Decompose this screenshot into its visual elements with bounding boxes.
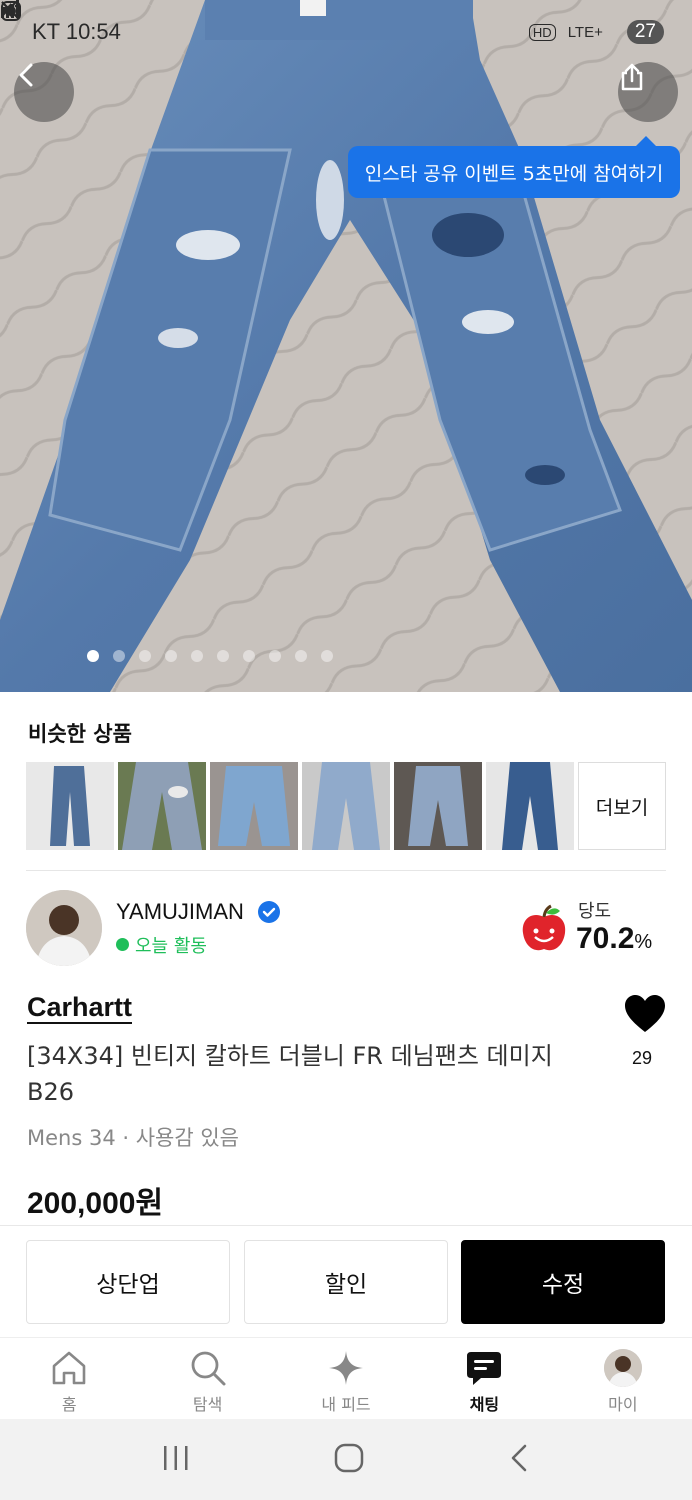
tab-label: 홈 [61,1395,77,1414]
home-icon [49,1348,89,1388]
gallery-pagination [0,650,556,662]
jeans-photo [0,0,692,692]
pagination-dot [191,650,203,662]
bump-button[interactable]: 상단업 [26,1240,230,1324]
product-title: [34X34] 빈티지 칼하트 더블니 FR 데님팬츠 데미지 B26 [27,1042,553,1106]
chat-icon [464,1348,504,1388]
tab-label: 탐색 [192,1395,223,1414]
tab-home[interactable]: 홈 [0,1338,138,1419]
seller-name[interactable]: YAMUJIMAN [116,899,244,925]
similar-product-thumb[interactable] [394,762,482,850]
bottom-tab-bar: 홈 탐색 내 피드 채팅 마이 [0,1337,692,1419]
share-button[interactable] [618,62,678,122]
sweetness-unit: % [634,931,653,953]
edit-button[interactable]: 수정 [461,1240,665,1324]
share-event-tooltip[interactable]: 인스타 공유 이벤트 5초만에 참여하기 [348,136,680,198]
recent-apps-icon[interactable] [161,1444,191,1476]
pagination-dot [321,650,333,662]
divider [26,870,666,871]
sparkle-icon [326,1348,366,1388]
tab-search[interactable]: 탐색 [138,1338,276,1419]
tab-feed[interactable]: 내 피드 [277,1338,415,1419]
pagination-dot [165,650,177,662]
pagination-dot [139,650,151,662]
back-button[interactable] [14,62,74,122]
product-image[interactable]: KT 10:54 HD LTE+ 27 인스타 공유 이벤트 5초만에 참여하기 [0,0,692,692]
tab-my[interactable]: 마이 [554,1338,692,1419]
network-label: LTE+ [567,23,603,41]
battery-badge: 27 [626,20,664,44]
system-navigation-bar [0,1419,692,1500]
tab-label: 채팅 [469,1395,500,1414]
tab-chat[interactable]: 채팅 [415,1338,553,1419]
like-count: 29 [632,1048,653,1068]
similar-product-thumb[interactable] [26,762,114,850]
home-system-icon[interactable] [334,1443,364,1477]
pagination-dot [113,650,125,662]
pagination-dot [217,650,229,662]
similar-more-button[interactable]: 더보기 [578,762,666,850]
pagination-dot-active [87,650,99,662]
discount-button[interactable]: 할인 [244,1240,448,1324]
verified-badge-icon [257,900,281,924]
status-time: KT 10:54 [32,19,121,44]
similar-products-list: 더보기 [26,762,666,850]
similar-product-thumb[interactable] [118,762,206,850]
seller-activity-status: 오늘 활동 [135,936,207,957]
sweetness-label: 당도 [578,901,612,922]
tab-label: 마이 [608,1395,638,1414]
similar-section-title: 비슷한 상품 [28,722,132,746]
back-system-icon[interactable] [507,1443,531,1477]
online-indicator [116,938,129,951]
status-bar: KT 10:54 HD LTE+ 27 [0,0,692,64]
pagination-dot [295,650,307,662]
tab-label: 내 피드 [321,1395,371,1414]
like-button[interactable] [624,994,666,1034]
sweetness-score: 70.2% [576,922,652,956]
my-avatar [603,1349,642,1387]
search-icon [188,1348,228,1388]
brand-link[interactable]: Carhartt [27,992,133,1024]
hd-badge: HD [528,23,556,41]
sweetness-value: 70.2 [576,922,635,955]
pagination-dot [269,650,281,662]
similar-product-thumb[interactable] [486,762,574,850]
seller-avatar[interactable] [26,890,102,966]
pagination-dot [243,650,255,662]
apple-emoji-icon [518,903,570,955]
action-bar: 상단업 할인 수정 [0,1225,692,1337]
similar-product-thumb[interactable] [302,762,390,850]
similar-product-thumb[interactable] [210,762,298,850]
heart-icon [625,995,665,1032]
avatar-icon [603,1348,643,1388]
product-price: 200,000원 [27,1187,164,1220]
product-meta: Mens 34 · 사용감 있음 [27,1126,239,1150]
